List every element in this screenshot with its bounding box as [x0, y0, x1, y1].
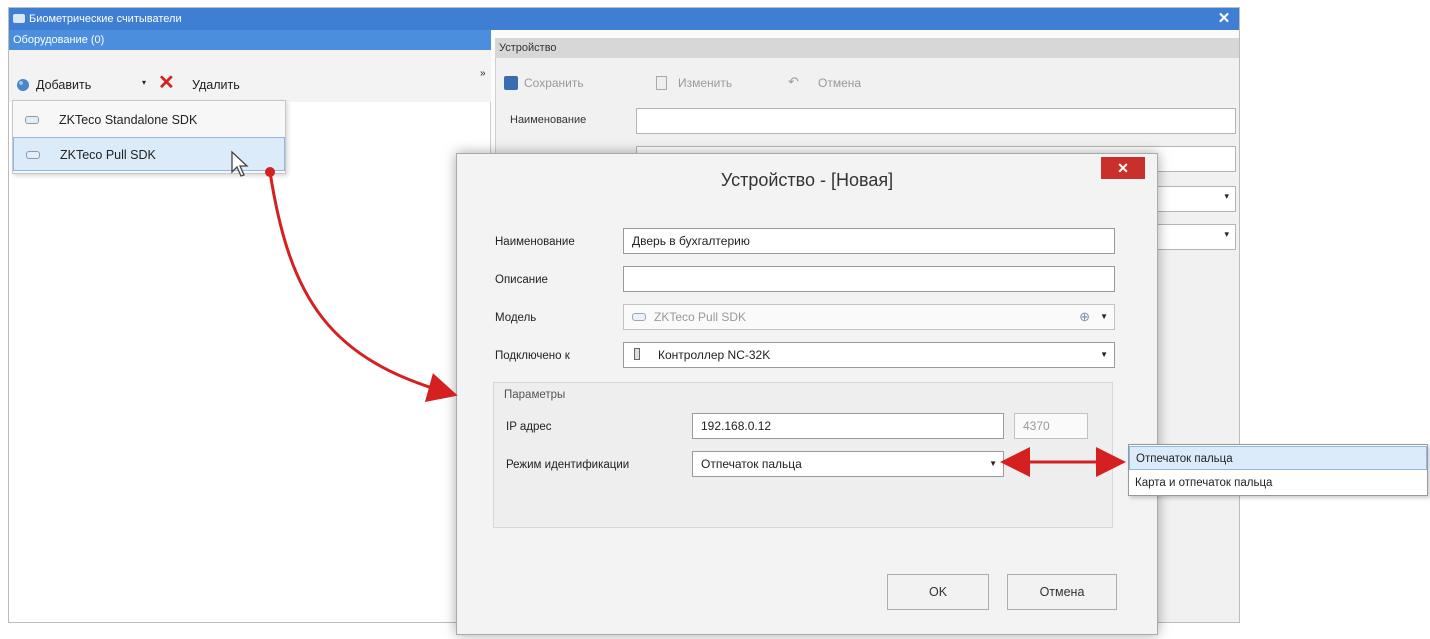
menu-to-dialog-arrow: [268, 171, 458, 402]
annotation-arrows: [265, 167, 1126, 477]
